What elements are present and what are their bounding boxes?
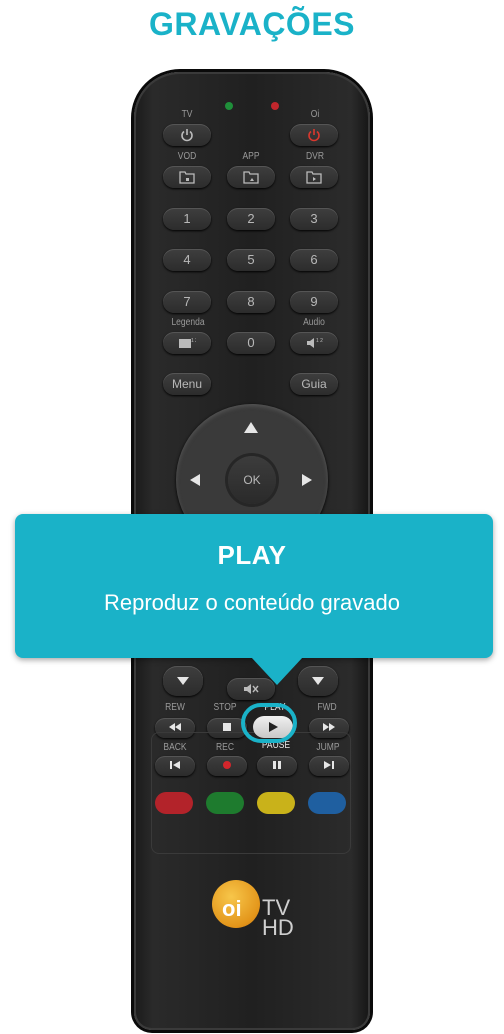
dvr-label: DVR: [306, 151, 324, 162]
audio-button[interactable]: 1 2: [290, 332, 338, 354]
volume-down-button[interactable]: [163, 666, 203, 696]
audio-label: Audio: [303, 317, 325, 328]
rew-label: REW: [165, 702, 185, 713]
rec-label: REC: [216, 742, 234, 753]
oi-power-button[interactable]: [290, 124, 338, 146]
tooltip-description: Reproduz o conteúdo gravado: [104, 590, 400, 615]
stop-icon: [223, 723, 231, 731]
guia-button[interactable]: Guia: [290, 373, 338, 395]
subtitle-icon: 1 2: [179, 338, 196, 348]
pause-icon: [273, 761, 281, 769]
tooltip-pointer: [251, 657, 303, 685]
speaker-icon: 1 2: [307, 338, 323, 348]
digit-1-button[interactable]: 1: [163, 208, 211, 230]
digit-9-button[interactable]: 9: [290, 291, 338, 313]
chevron-down-icon: [177, 677, 189, 685]
chevron-down-icon: [312, 677, 324, 685]
oi-label: Oi: [310, 109, 320, 120]
ok-button[interactable]: OK: [228, 456, 276, 504]
power-icon: [308, 129, 320, 142]
jump-button[interactable]: [309, 756, 349, 776]
digit-5-button[interactable]: 5: [227, 249, 275, 271]
play-button-highlight: [241, 703, 297, 743]
tv-power-button[interactable]: [163, 124, 211, 146]
page-title: GRAVAÇÕES: [149, 6, 355, 42]
led-red-icon: [271, 102, 279, 110]
digit-8-button[interactable]: 8: [227, 291, 275, 313]
pause-button[interactable]: [257, 756, 297, 776]
yellow-button[interactable]: [257, 792, 295, 814]
back-button[interactable]: [155, 756, 195, 776]
legenda-label: Legenda: [171, 317, 205, 328]
oi-logo-text: oi: [222, 896, 242, 921]
svg-text:1 2: 1 2: [191, 338, 196, 344]
digit-2-button[interactable]: 2: [227, 208, 275, 230]
hd-logo-text: HD: [262, 915, 294, 940]
tv-hd-logo: TV HD: [262, 897, 294, 940]
vod-label: VOD: [177, 151, 197, 162]
channel-down-button[interactable]: [298, 666, 338, 696]
folder-icon: [243, 171, 259, 184]
power-icon: [181, 129, 193, 142]
legenda-button[interactable]: 1 2: [163, 332, 211, 354]
tooltip-box: [15, 514, 493, 658]
svg-text:1 2: 1 2: [316, 338, 323, 344]
fwd-label: FWD: [317, 702, 337, 713]
led-green-icon: [225, 102, 233, 110]
folder-icon: [306, 171, 322, 184]
digit-4-button[interactable]: 4: [163, 249, 211, 271]
digit-3-button[interactable]: 3: [290, 208, 338, 230]
skip-back-icon: [170, 761, 180, 769]
skip-forward-icon: [324, 761, 334, 769]
record-icon: [223, 761, 231, 769]
folder-icon: [179, 171, 195, 184]
blue-button[interactable]: [308, 792, 346, 814]
fast-forward-icon: [323, 723, 335, 731]
tv-label: TV: [181, 109, 193, 120]
digit-6-button[interactable]: 6: [290, 249, 338, 271]
vod-button[interactable]: [163, 166, 211, 188]
back-label: BACK: [163, 742, 187, 753]
jump-label: JUMP: [316, 742, 340, 753]
arrow-up-icon[interactable]: [244, 422, 258, 433]
dvr-button[interactable]: [290, 166, 338, 188]
menu-button[interactable]: Menu: [163, 373, 211, 395]
green-button[interactable]: [206, 792, 244, 814]
digit-0-button[interactable]: 0: [227, 332, 275, 354]
rewind-icon: [169, 723, 181, 731]
arrow-left-icon[interactable]: [190, 474, 200, 486]
app-button[interactable]: [227, 166, 275, 188]
digit-7-button[interactable]: 7: [163, 291, 211, 313]
red-button[interactable]: [155, 792, 193, 814]
app-label: APP: [242, 151, 260, 162]
stop-label: STOP: [213, 702, 237, 713]
arrow-right-icon[interactable]: [302, 474, 312, 486]
rec-button[interactable]: [207, 756, 247, 776]
tooltip-title: PLAY: [217, 540, 287, 570]
